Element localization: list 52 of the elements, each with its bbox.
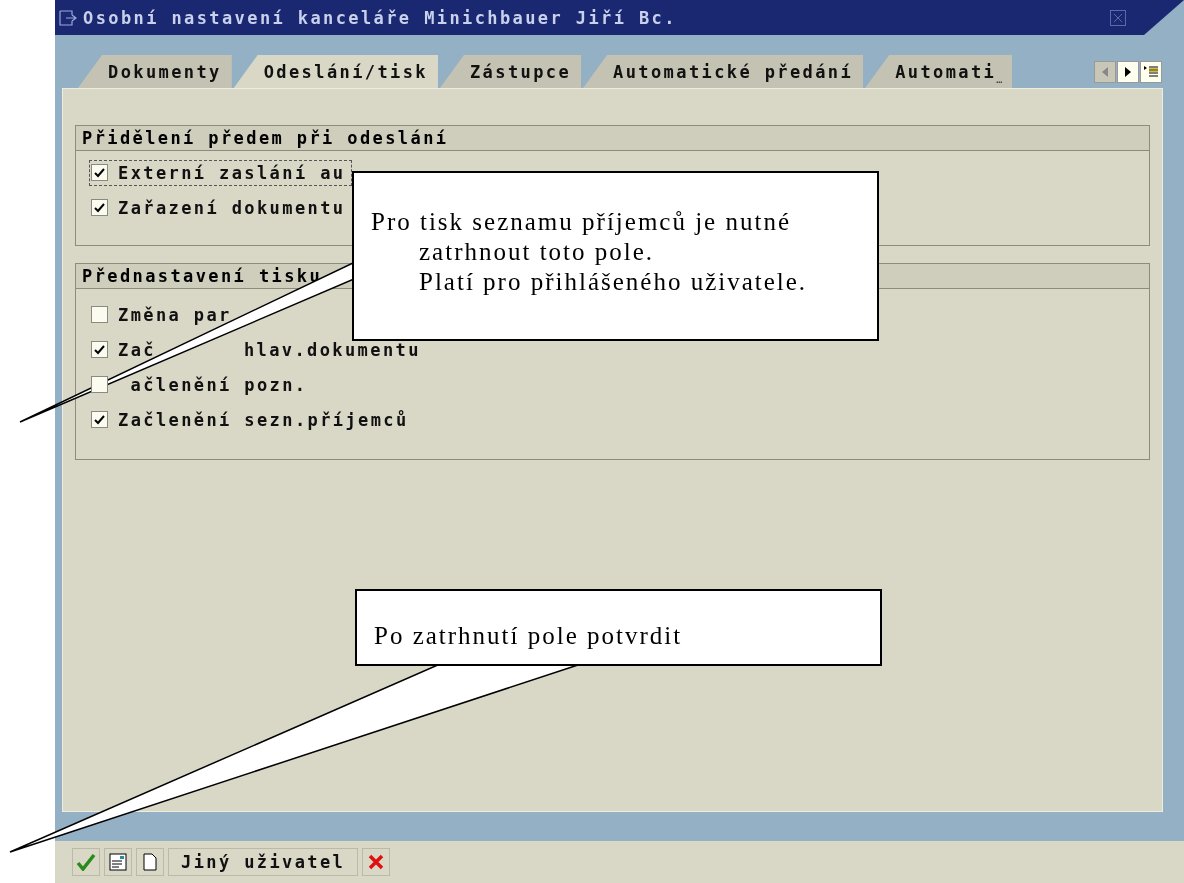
tab[interactable]: Automatické předání <box>583 55 864 88</box>
checkbox-row[interactable]: ačlenění pozn. <box>90 372 314 397</box>
checkbox-row[interactable]: Externí zaslání au <box>90 160 352 185</box>
checkbox-label: Začlenění sezn.příjemců <box>118 409 409 430</box>
window-icon <box>59 9 77 26</box>
checkbox-row[interactable]: Zač hlav.dokumentu <box>90 337 427 362</box>
check-icon <box>94 167 105 178</box>
callout-text: Po zatrhnutí pole potvrdit <box>374 621 684 651</box>
checkbox-label: hlav.dokumentu <box>243 339 421 360</box>
tab[interactable]: Automati… <box>865 55 1013 88</box>
tab-list-button[interactable] <box>1140 61 1162 83</box>
close-icon[interactable] <box>1110 9 1126 26</box>
checkbox-row[interactable]: Začlenění sezn.příjemců <box>90 407 415 432</box>
checkbox[interactable] <box>91 376 108 393</box>
checkbox[interactable] <box>91 164 108 181</box>
tab[interactable]: Zástupce <box>440 55 582 88</box>
checkmark-icon <box>76 853 96 871</box>
checkbox-row[interactable]: Změna par <box>90 302 238 327</box>
checkbox[interactable] <box>91 199 108 216</box>
check-icon <box>94 202 105 213</box>
tab[interactable]: Odeslání/tisk <box>233 55 438 88</box>
checkbox-label: Zařazení dokumentu <box>118 197 346 218</box>
callout-text: Pro tisk seznamu příjemců je nutné <box>371 207 792 237</box>
group-title: Přidělení předem při odeslání <box>81 127 450 150</box>
checkbox-label: Zač <box>118 339 156 360</box>
callout-text: Platí pro přihlášeného uživatele. <box>418 267 809 297</box>
other-user-button[interactable]: Jiný uživatel <box>168 848 359 876</box>
tab-ellipsis: … <box>996 75 1003 85</box>
new-document-button[interactable] <box>136 848 164 876</box>
blank-page-icon <box>143 853 157 871</box>
checkbox[interactable] <box>91 341 108 358</box>
checkbox-label: Změna par <box>118 304 232 325</box>
check-icon <box>94 414 105 425</box>
list-icon <box>1144 66 1158 78</box>
callout-text: zatrhnout toto pole. <box>418 237 656 267</box>
right-triangle-icon <box>1125 67 1131 77</box>
tab[interactable]: Dokumenty <box>78 55 232 88</box>
details-button[interactable] <box>104 848 132 876</box>
checkbox-label: Externí zaslání au <box>118 162 346 183</box>
scroll-right-button[interactable] <box>1117 61 1139 83</box>
check-icon <box>94 344 105 355</box>
checkbox[interactable] <box>91 411 108 428</box>
group-title: Přednastavení tisku <box>81 265 324 288</box>
cancel-x-icon <box>368 854 385 870</box>
checkbox[interactable] <box>91 306 108 323</box>
checkbox-row[interactable]: Zařazení dokumentu <box>90 195 352 220</box>
confirm-button[interactable] <box>72 848 100 876</box>
window-title: Osobní nastavení kanceláře Minichbauer Jiří Bc. <box>83 7 677 28</box>
checkbox-label: ačlenění pozn. <box>129 374 308 395</box>
left-triangle-icon <box>1102 67 1108 77</box>
cancel-button[interactable] <box>362 848 391 876</box>
document-lines-icon <box>109 853 127 871</box>
